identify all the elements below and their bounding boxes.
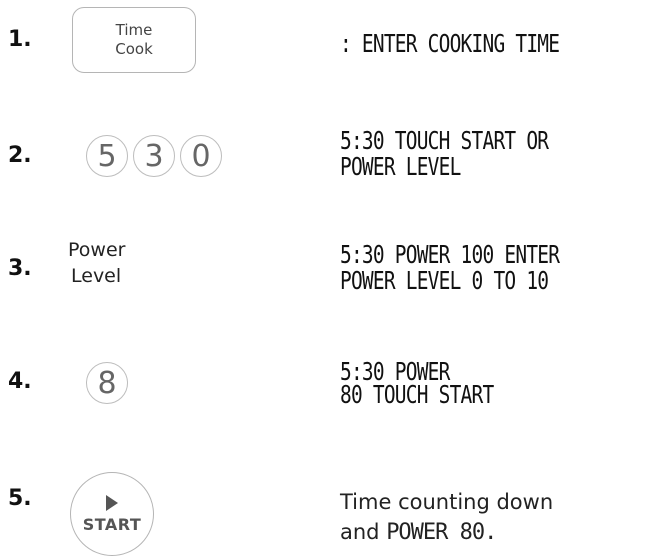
- step-number-3: 3.: [8, 256, 32, 281]
- display-text-step3-line2: POWER LEVEL 0 TO 10: [340, 266, 549, 295]
- power-level-button[interactable]: Power Level: [68, 237, 125, 289]
- display-text-step3-line1: 5:30 POWER 100 ENTER: [340, 240, 560, 269]
- step-number-5: 5.: [8, 486, 32, 511]
- display-text-step4-line2: 80 TOUCH START: [340, 380, 494, 409]
- play-icon: [106, 494, 118, 511]
- key-0-button[interactable]: 0: [180, 135, 222, 177]
- step5-note-display: POWER 80.: [386, 520, 497, 545]
- start-button[interactable]: START: [70, 472, 154, 556]
- key-3-button[interactable]: 3: [133, 135, 175, 177]
- key-8-button[interactable]: 8: [86, 362, 128, 404]
- step-number-4: 4.: [8, 369, 32, 394]
- power-level-label-line2: Level: [71, 265, 122, 287]
- time-cook-button[interactable]: Time Cook: [72, 7, 196, 73]
- display-text-step2-line2: POWER LEVEL: [340, 152, 461, 181]
- step-number-1: 1.: [8, 27, 32, 52]
- display-text-step1: : ENTER COOKING TIME: [340, 29, 560, 58]
- step5-note: Time counting down and POWER 80.: [340, 487, 553, 548]
- step5-note-line1: Time counting down: [340, 490, 554, 514]
- key-5-button[interactable]: 5: [86, 135, 128, 177]
- step-number-2: 2.: [8, 143, 32, 168]
- power-level-label-line1: Power: [68, 239, 126, 261]
- start-label: START: [82, 514, 142, 534]
- step5-note-prefix: and: [340, 520, 387, 544]
- display-text-step2-line1: 5:30 TOUCH START OR: [340, 126, 549, 155]
- time-cook-label-line2: Cook: [115, 40, 153, 58]
- step5-note-line2: and POWER 80.: [340, 517, 553, 548]
- time-cook-label-line1: Time: [115, 21, 153, 39]
